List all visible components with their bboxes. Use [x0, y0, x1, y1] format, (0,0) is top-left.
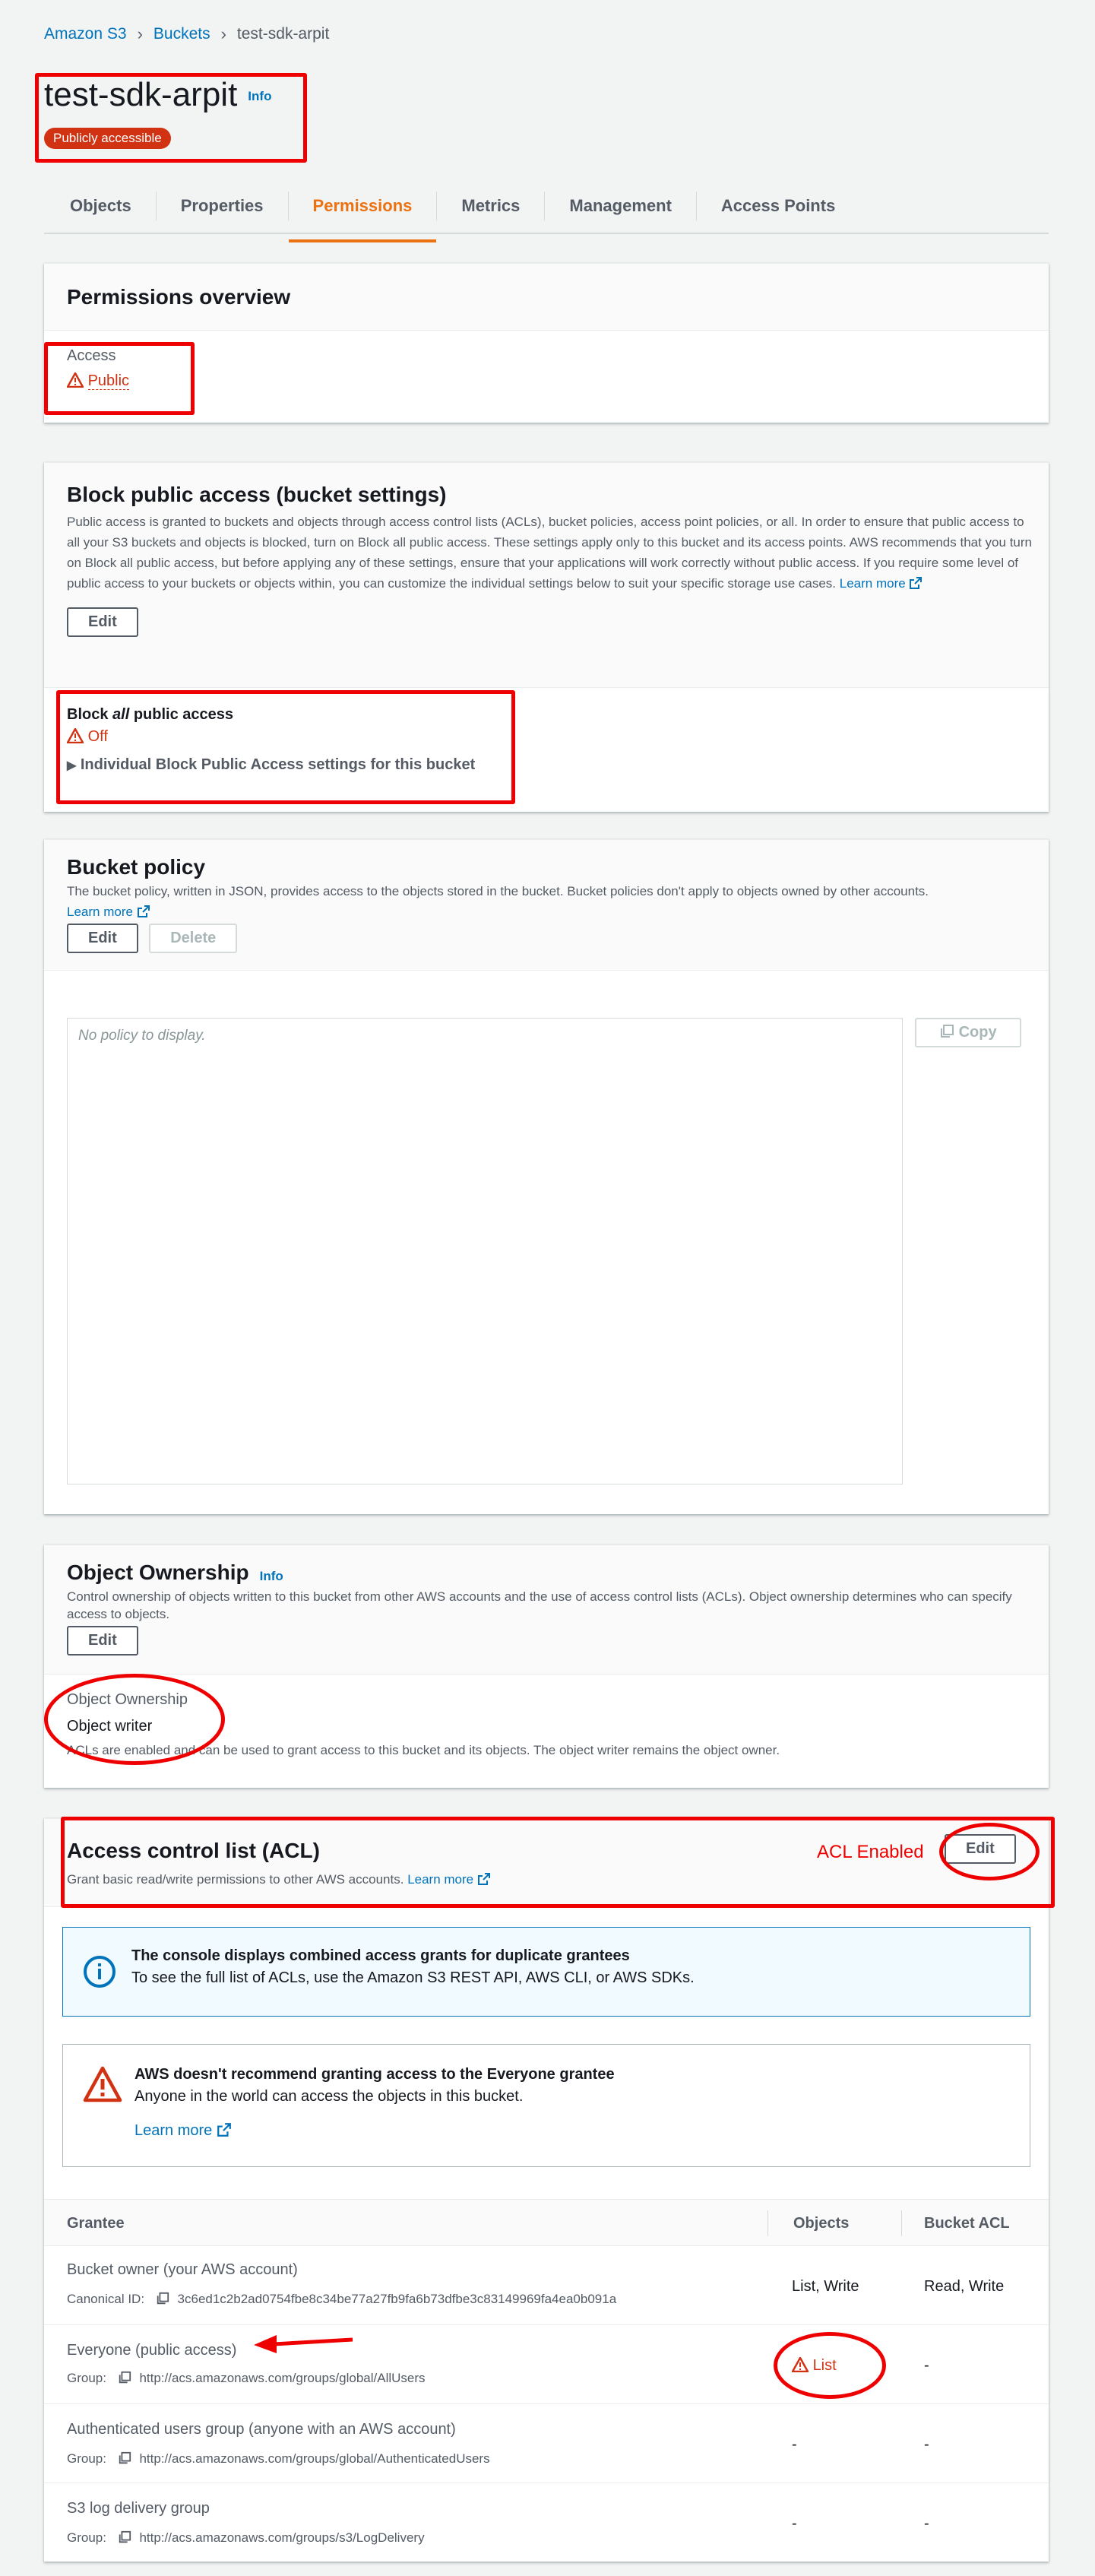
edit-button[interactable]: Edit: [67, 607, 138, 637]
learn-more-link[interactable]: Learn more: [840, 576, 923, 591]
table-row: Bucket owner (your AWS account) Canonica…: [44, 2246, 1049, 2325]
section-description: Public access is granted to buckets and …: [67, 515, 1032, 591]
column-objects: Objects: [793, 2215, 850, 2232]
edit-button[interactable]: Edit: [67, 924, 138, 953]
table-row: Everyone (public access) Group: http://a…: [44, 2325, 1049, 2404]
chevron-right-icon: ›: [137, 24, 143, 43]
section-title: Permissions overview: [67, 285, 291, 309]
table-row: S3 log delivery group Group: http://acs.…: [44, 2483, 1049, 2562]
breadcrumb-buckets[interactable]: Buckets: [153, 25, 210, 43]
grantee-name: Authenticated users group (anyone with a…: [67, 2421, 456, 2438]
section-description: The bucket policy, written in JSON, prov…: [67, 884, 929, 919]
external-link-icon: [137, 905, 150, 917]
breadcrumb-current: test-sdk-arpit: [236, 25, 330, 43]
bucket-acl-permission: -: [924, 2357, 929, 2374]
table-header: Grantee Objects Bucket ACL: [44, 2199, 1049, 2246]
bucket-policy-panel: Bucket policy The bucket policy, written…: [44, 839, 1049, 1514]
grantee-name: Everyone (public access): [67, 2342, 237, 2359]
tab-metrics[interactable]: Metrics: [437, 192, 546, 220]
info-icon: [84, 1956, 116, 1988]
warning-alert: AWS doesn't recommend granting access to…: [62, 2044, 1030, 2167]
edit-button[interactable]: Edit: [67, 1626, 138, 1656]
table-row: Authenticated users group (anyone with a…: [44, 2404, 1049, 2483]
annotation-box-block: [56, 690, 515, 804]
tab-bar: Objects Properties Permissions Metrics M…: [44, 179, 1049, 242]
annotation-box-title: [35, 73, 307, 163]
tab-management[interactable]: Management: [545, 192, 697, 220]
bucket-acl-permission: Read, Write: [924, 2278, 1005, 2295]
tab-objects[interactable]: Objects: [44, 192, 157, 220]
access-label: Access: [67, 347, 116, 364]
annotation-box-access: [44, 342, 195, 415]
copy-icon: [119, 2530, 131, 2543]
info-alert: The console displays combined access gra…: [62, 1927, 1030, 2017]
grantee-sub: Group: http://acs.amazonaws.com/groups/s…: [67, 2530, 425, 2545]
annotation-oval-edit: [939, 1823, 1040, 1881]
objects-permission: -: [792, 2436, 797, 2453]
access-value: Public: [65, 371, 1026, 390]
annotation-arrow: [254, 2335, 353, 2353]
annotation-oval-ownership: [44, 1674, 225, 1765]
grantee-sub: Canonical ID: 3c6ed1c2b2ad0754fbe8c34be7…: [67, 2292, 617, 2306]
objects-permission: List, Write: [792, 2278, 859, 2295]
copy-icon: [941, 1025, 954, 1038]
grantee-name: S3 log delivery group: [67, 2500, 210, 2517]
breadcrumb: Amazon S3 › Buckets › test-sdk-arpit: [44, 24, 329, 44]
info-body: To see the full list of ACLs, use the Am…: [131, 1969, 695, 1986]
warning-body: Anyone in the world can access the objec…: [135, 2088, 524, 2105]
column-bucket-acl: Bucket ACL: [924, 2215, 1010, 2232]
bucket-acl-permission: -: [924, 2436, 929, 2453]
copy-icon: [157, 2292, 169, 2305]
permissions-overview-panel: Permissions overview Access Public: [44, 263, 1049, 423]
warning-learn-more-link[interactable]: Learn more: [135, 2122, 1007, 2140]
warning-icon: [83, 2066, 122, 2102]
section-description: Control ownership of objects written to …: [67, 1589, 1012, 1621]
copy-icon: [119, 2451, 131, 2464]
grantee-sub: Group: http://acs.amazonaws.com/groups/g…: [67, 2371, 426, 2385]
objects-permission: -: [792, 2515, 797, 2532]
info-link[interactable]: Info: [260, 1569, 283, 1583]
info-title: The console displays combined access gra…: [131, 1947, 630, 1964]
external-link-icon: [217, 2123, 231, 2137]
copy-icon: [119, 2371, 131, 2384]
section-title: Object Ownership Info: [67, 1560, 283, 1584]
annotation-box-acl: [61, 1817, 1055, 1908]
section-title: Block public access (bucket settings): [67, 483, 447, 506]
tab-permissions[interactable]: Permissions: [288, 192, 438, 242]
copy-button[interactable]: Copy: [915, 1018, 1021, 1047]
grantee-name: Bucket owner (your AWS account): [67, 2261, 298, 2278]
delete-button[interactable]: Delete: [149, 924, 238, 953]
warning-title: AWS doesn't recommend granting access to…: [135, 2066, 615, 2083]
tab-properties[interactable]: Properties: [157, 192, 289, 220]
tab-access-points[interactable]: Access Points: [697, 192, 859, 220]
column-grantee: Grantee: [67, 2215, 125, 2232]
policy-placeholder: No policy to display.: [78, 1028, 206, 1044]
bucket-acl-permission: -: [924, 2515, 929, 2532]
annotation-oval-list: [774, 2332, 886, 2399]
external-link-icon: [910, 577, 923, 589]
section-title: Bucket policy: [67, 855, 206, 879]
chevron-right-icon: ›: [220, 24, 226, 43]
ownership-note: ACLs are enabled and can be used to gran…: [67, 1743, 780, 1757]
breadcrumb-s3[interactable]: Amazon S3: [44, 25, 127, 43]
policy-editor[interactable]: No policy to display.: [67, 1018, 903, 1484]
grantee-sub: Group: http://acs.amazonaws.com/groups/g…: [67, 2451, 490, 2466]
acl-panel: Access control list (ACL) Grant basic re…: [44, 1818, 1049, 2562]
learn-more-link[interactable]: Learn more: [67, 905, 150, 919]
